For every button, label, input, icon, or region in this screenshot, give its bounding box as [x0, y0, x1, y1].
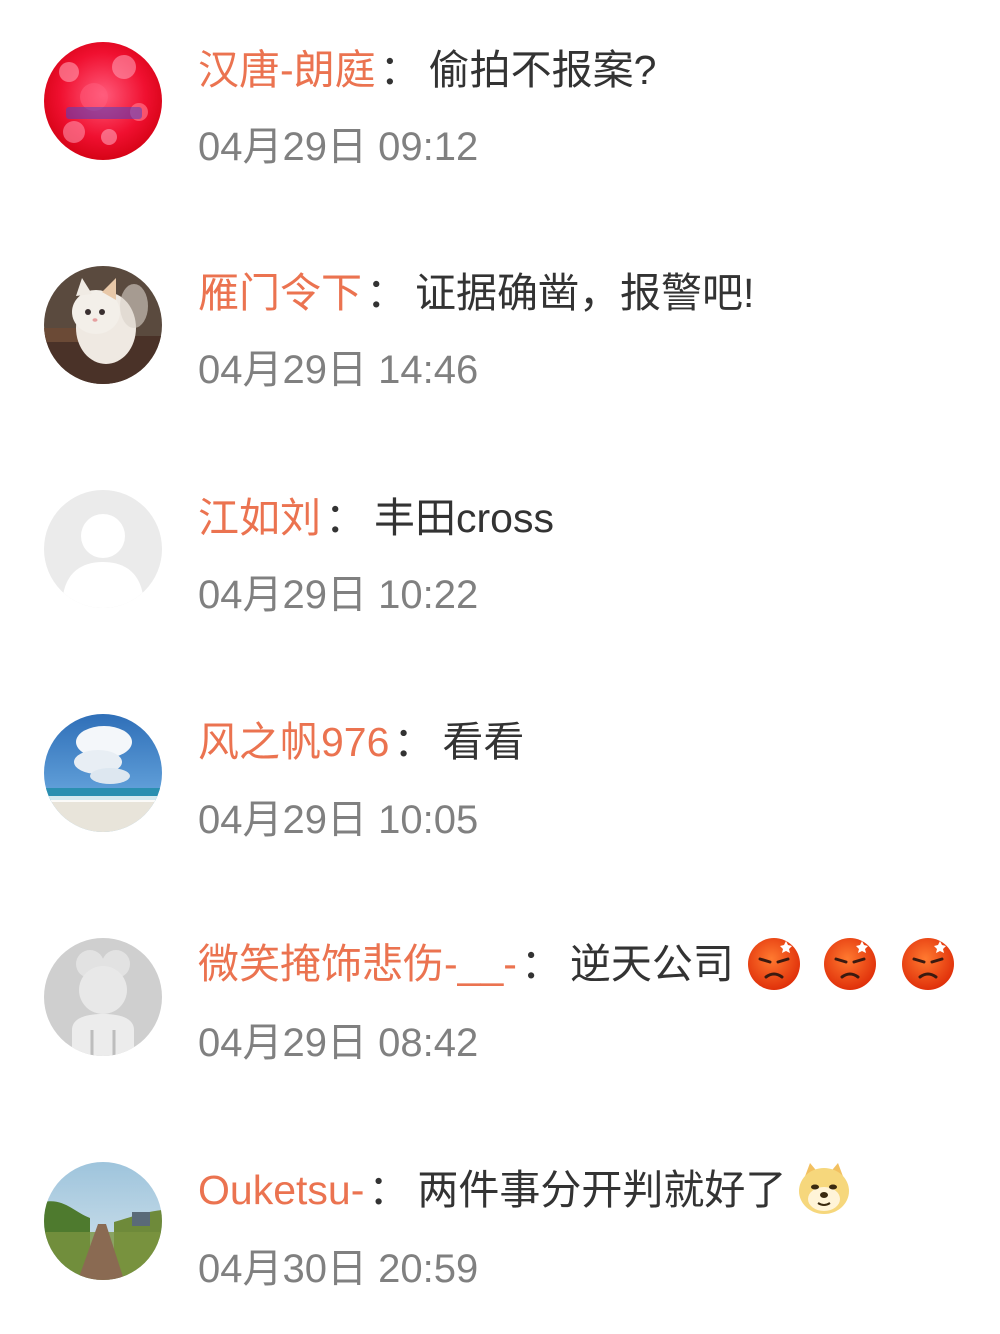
- comment-time: 04月29日 09:12: [198, 125, 479, 169]
- username-link[interactable]: 汉唐-朗庭: [198, 47, 376, 93]
- comment-text: 两件事分开判就好了: [417, 1167, 787, 1213]
- username-link[interactable]: 江如刘: [198, 495, 321, 541]
- username-link[interactable]: Ouketsu-: [198, 1167, 364, 1213]
- username-link[interactable]: 微笑掩饰悲伤-__-: [198, 941, 517, 987]
- comment-item: 风之帆976： 看看 04月29日 10:05: [0, 672, 1000, 872]
- separator-colon: ：: [520, 941, 562, 987]
- angry-face-emoji: [746, 935, 802, 991]
- comment-text: 偷拍不报案?: [428, 47, 657, 93]
- comment-time: 04月29日 10:22: [198, 573, 479, 617]
- comment-time: 04月29日 10:05: [198, 798, 479, 842]
- username-link[interactable]: 雁门令下: [198, 270, 362, 316]
- comment-text: 看看: [442, 719, 525, 765]
- angry-face-emoji: [900, 935, 956, 991]
- comment-line: 江如刘： 丰田cross: [198, 488, 554, 548]
- user-avatar[interactable]: [44, 266, 162, 384]
- comment-item: Ouketsu-： 两件事分开判就好了 04月30日 20:59: [0, 1120, 1000, 1320]
- username-link[interactable]: 风之帆976: [198, 719, 389, 765]
- comment-text: 丰田cross: [374, 495, 554, 541]
- separator-colon: ：: [393, 719, 435, 765]
- user-avatar[interactable]: [44, 42, 162, 160]
- comment-text: 证据确凿，报警吧!: [415, 270, 755, 316]
- angry-face-emoji: [822, 935, 878, 991]
- comment-time: 04月29日 08:42: [198, 1021, 479, 1065]
- comment-line: 雁门令下： 证据确凿，报警吧!: [198, 263, 754, 323]
- separator-colon: ：: [366, 270, 407, 316]
- comment-item: 汉唐-朗庭： 偷拍不报案? 04月29日 09:12: [0, 0, 1000, 200]
- comment-item: 微笑掩饰悲伤-__-： 逆天公司 04月29日 08:42: [0, 896, 1000, 1096]
- comment-time: 04月29日 14:46: [198, 348, 479, 392]
- comment-line: Ouketsu-： 两件事分开判就好了: [198, 1160, 852, 1220]
- comment-item: 雁门令下： 证据确凿，报警吧! 04月29日 14:46: [0, 224, 1000, 424]
- user-avatar[interactable]: [44, 714, 162, 832]
- doge-emoji: [796, 1161, 852, 1217]
- separator-colon: ：: [325, 495, 366, 541]
- comment-line: 汉唐-朗庭： 偷拍不报案?: [198, 40, 656, 100]
- user-avatar[interactable]: [44, 938, 162, 1056]
- comment-text: 逆天公司: [569, 941, 734, 987]
- user-avatar[interactable]: [44, 1162, 162, 1280]
- separator-colon: ：: [379, 47, 421, 93]
- comment-line: 微笑掩饰悲伤-__-： 逆天公司: [198, 934, 956, 994]
- separator-colon: ：: [368, 1167, 410, 1213]
- comment-line: 风之帆976： 看看: [198, 712, 524, 772]
- user-avatar[interactable]: [44, 490, 162, 608]
- comment-time: 04月30日 20:59: [198, 1247, 479, 1291]
- comment-item: 江如刘： 丰田cross 04月29日 10:22: [0, 448, 1000, 648]
